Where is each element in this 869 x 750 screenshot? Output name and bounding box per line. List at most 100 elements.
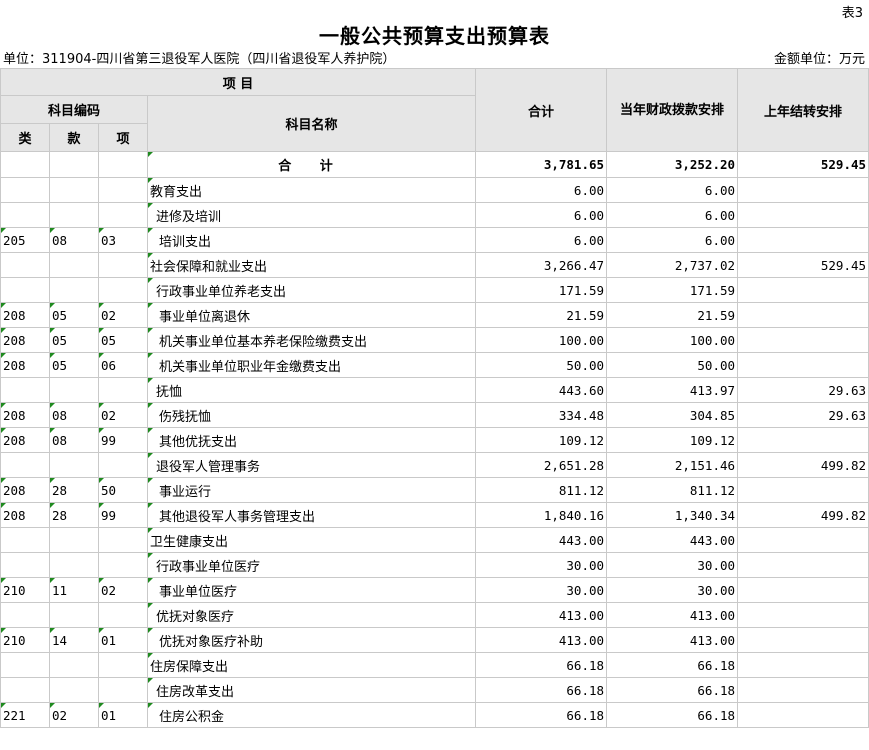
- code-lei: 208: [0, 327, 50, 353]
- code-kuan: 14: [49, 627, 99, 653]
- code-lei: 210: [0, 627, 50, 653]
- code-xiang: [98, 527, 148, 553]
- code-kuan: [49, 377, 99, 403]
- item-name: 进修及培训: [146, 202, 477, 228]
- amount-total: 66.18: [475, 677, 608, 703]
- amount-total: 21.59: [475, 302, 608, 328]
- budget-table: 项 目 合计 当年财政拨款安排 上年结转安排 科目编码 科目名称 类 款 项 合…: [0, 68, 869, 728]
- code-kuan: 05: [49, 302, 99, 328]
- header-lei: 类: [0, 123, 50, 152]
- amount-current: 6.00: [606, 177, 739, 203]
- code-kuan: [49, 552, 99, 578]
- code-kuan: 08: [49, 427, 99, 453]
- table-row: 社会保障和就业支出 3,266.47 2,737.02 529.45: [0, 252, 869, 278]
- code-kuan: [49, 602, 99, 628]
- total-row: 合 计 3,781.65 3,252.20 529.45: [0, 151, 869, 178]
- item-name: 抚恤: [146, 377, 477, 403]
- amount-current: 171.59: [606, 277, 739, 303]
- code-kuan: 05: [49, 352, 99, 378]
- amount-total: 30.00: [475, 552, 608, 578]
- total-carryover: 529.45: [737, 151, 869, 178]
- table-row: 教育支出 6.00 6.00: [0, 177, 869, 203]
- amount-unit-label: 金额单位：万元: [773, 52, 865, 67]
- amount-carryover: [737, 602, 869, 628]
- item-name: 社会保障和就业支出: [146, 252, 477, 278]
- amount-total: 1,840.16: [475, 502, 608, 528]
- item-name: 培训支出: [146, 227, 477, 253]
- amount-current: 6.00: [606, 227, 739, 253]
- amount-total: 443.00: [475, 527, 608, 553]
- table-row: 208 28 99 其他退役军人事务管理支出 1,840.16 1,340.34 499.8…: [0, 502, 869, 528]
- table-row: 住房保障支出 66.18 66.18: [0, 652, 869, 678]
- code-lei: [0, 177, 50, 203]
- table-number: 表3: [841, 6, 863, 21]
- header-xiang: 项: [98, 123, 148, 152]
- amount-current: 413.97: [606, 377, 739, 403]
- table-row: 住房改革支出 66.18 66.18: [0, 677, 869, 703]
- table-row: 行政事业单位养老支出 171.59 171.59: [0, 277, 869, 303]
- code-kuan: [49, 252, 99, 278]
- item-name: 教育支出: [146, 177, 477, 203]
- code-lei: 208: [0, 502, 50, 528]
- table-row: 210 11 02 事业单位医疗 30.00 30.00: [0, 577, 869, 603]
- table-row: 208 05 02 事业单位离退休 21.59 21.59: [0, 302, 869, 328]
- amount-total: 413.00: [475, 602, 608, 628]
- code-lei: [0, 552, 50, 578]
- amount-carryover: [737, 202, 869, 228]
- code-xiang: 50: [98, 477, 148, 503]
- header-code: 科目编码: [0, 95, 148, 124]
- amount-current: 100.00: [606, 327, 739, 353]
- item-name: 住房改革支出: [146, 677, 477, 703]
- amount-carryover: 499.82: [737, 502, 869, 528]
- amount-carryover: [737, 577, 869, 603]
- item-name: 其他退役军人事务管理支出: [146, 502, 477, 528]
- item-name: 事业运行: [146, 477, 477, 503]
- code-kuan: [49, 277, 99, 303]
- item-name: 事业单位医疗: [146, 577, 477, 603]
- amount-carryover: [737, 477, 869, 503]
- table-row: 卫生健康支出 443.00 443.00: [0, 527, 869, 553]
- code-lei: [0, 252, 50, 278]
- code-lei: [0, 452, 50, 478]
- table-row: 退役军人管理事务 2,651.28 2,151.46 499.82: [0, 452, 869, 478]
- item-name: 事业单位离退休: [146, 302, 477, 328]
- table-row: 208 28 50 事业运行 811.12 811.12: [0, 477, 869, 503]
- amount-carryover: 29.63: [737, 402, 869, 428]
- item-name: 住房保障支出: [146, 652, 477, 678]
- amount-current: 6.00: [606, 202, 739, 228]
- code-kuan: 02: [49, 702, 99, 728]
- amount-total: 413.00: [475, 627, 608, 653]
- item-name: 优抚对象医疗: [146, 602, 477, 628]
- amount-current: 443.00: [606, 527, 739, 553]
- amount-current: 1,340.34: [606, 502, 739, 528]
- amount-current: 304.85: [606, 402, 739, 428]
- code-kuan: [49, 677, 99, 703]
- code-xiang: 06: [98, 352, 148, 378]
- code-kuan: 28: [49, 477, 99, 503]
- item-name: 其他优抚支出: [146, 427, 477, 453]
- table-row: 208 08 02 伤残抚恤 334.48 304.85 29.63: [0, 402, 869, 428]
- unit-label: 单位：311904-四川省第三退役军人医院（四川省退役军人养护院）: [3, 52, 396, 67]
- code-lei: 208: [0, 352, 50, 378]
- item-name: 卫生健康支出: [146, 527, 477, 553]
- code-xiang: 03: [98, 227, 148, 253]
- amount-current: 66.18: [606, 677, 739, 703]
- total-amount: 3,781.65: [475, 151, 608, 178]
- table-row: 进修及培训 6.00 6.00: [0, 202, 869, 228]
- item-name: 行政事业单位医疗: [146, 552, 477, 578]
- table-row: 208 05 05 机关事业单位基本养老保险缴费支出 100.00 100.00: [0, 327, 869, 353]
- code-xiang: [98, 377, 148, 403]
- document-title: 一般公共预算支出预算表: [319, 24, 550, 48]
- code-xiang: [98, 277, 148, 303]
- code-lei: [0, 377, 50, 403]
- item-name: 退役军人管理事务: [146, 452, 477, 478]
- amount-total: 3,266.47: [475, 252, 608, 278]
- amount-carryover: [737, 302, 869, 328]
- table-row: 210 14 01 优抚对象医疗补助 413.00 413.00: [0, 627, 869, 653]
- code-kuan: [49, 652, 99, 678]
- total-label: 合 计: [146, 151, 477, 178]
- code-kuan: [49, 452, 99, 478]
- amount-total: 6.00: [475, 227, 608, 253]
- code-lei: [0, 202, 50, 228]
- amount-total: 109.12: [475, 427, 608, 453]
